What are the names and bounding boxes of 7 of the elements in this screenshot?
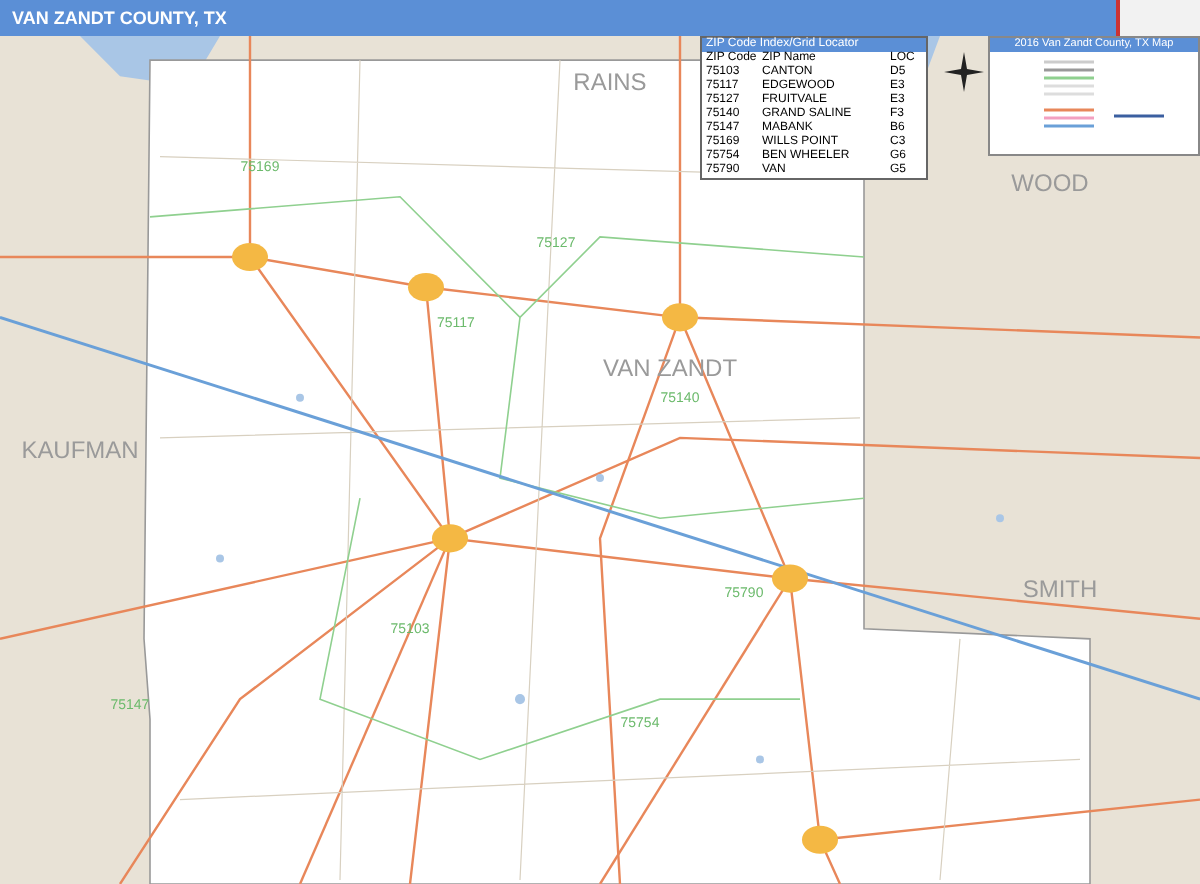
logo-icon (1116, 0, 1200, 36)
county-label: KAUFMAN (21, 435, 139, 464)
compass-icon (944, 52, 984, 92)
map-title: VAN ZANDT COUNTY, TX (12, 8, 227, 28)
county-label: SMITH (1022, 574, 1098, 603)
county-label: RAINS (573, 68, 647, 97)
county-label: WOOD (1011, 168, 1089, 197)
